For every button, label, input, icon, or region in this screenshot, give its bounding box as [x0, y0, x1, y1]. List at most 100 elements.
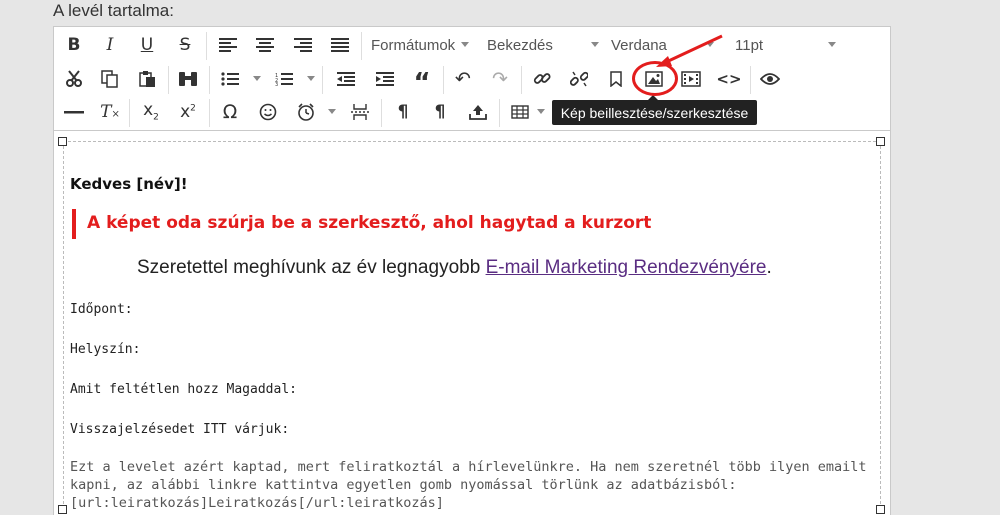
eye-icon [760, 73, 780, 85]
field-feedback: Visszajelzésedet ITT várjuk: [70, 422, 290, 437]
rich-text-editor: B I U S Formátumok Bekezdés Verdana 11pt… [53, 26, 891, 515]
align-left-button[interactable] [212, 29, 244, 61]
toolbar-separator [168, 66, 169, 94]
toolbar-separator [129, 99, 130, 127]
toolbar-separator [361, 32, 362, 60]
superscript-icon: x2 [180, 101, 196, 122]
show-blocks-button[interactable]: ¶ [387, 96, 419, 128]
chevron-down-icon[interactable] [307, 76, 315, 81]
outdent-button[interactable] [330, 63, 362, 95]
copy-icon [101, 70, 118, 88]
subscript-button[interactable]: x2 [135, 96, 167, 128]
resize-handle-top-right[interactable] [876, 137, 885, 146]
omega-icon: Ω [222, 100, 238, 123]
formats-dropdown[interactable]: Formátumok [371, 29, 479, 61]
insert-link-button[interactable] [526, 63, 558, 95]
anchor-button[interactable] [600, 63, 632, 95]
unsubscribe-footer: Ezt a levelet azért kaptad, mert felirat… [70, 459, 867, 511]
toolbar-separator [499, 99, 500, 127]
event-link[interactable]: E-mail Marketing Rendezvényére [486, 257, 767, 278]
align-center-button[interactable] [249, 29, 281, 61]
blockquote-button[interactable]: “ [406, 63, 438, 98]
toolbar-separator [381, 99, 382, 127]
show-invisibles-button[interactable]: ¶ [424, 96, 456, 128]
special-character-button[interactable]: Ω [214, 96, 246, 128]
chevron-down-icon[interactable] [253, 76, 261, 81]
redo-button[interactable]: ↷ [484, 63, 516, 95]
tooltip: Kép beillesztése/szerkesztése [552, 95, 757, 125]
chevron-down-icon[interactable] [537, 109, 545, 114]
italic-button[interactable]: I [94, 29, 126, 61]
undo-button[interactable]: ↶ [447, 63, 479, 95]
align-center-icon [256, 38, 274, 52]
unlink-icon [570, 71, 588, 87]
paste-icon [139, 71, 155, 87]
insert-template-button[interactable] [462, 96, 494, 128]
pilcrow-icon: ¶ [434, 101, 446, 122]
editor-content-area[interactable]: Kedves [név]! A képet oda szúrja be a sz… [54, 132, 890, 515]
bold-button[interactable]: B [58, 29, 90, 61]
font-size-dropdown[interactable]: 11pt [735, 29, 840, 61]
invitation-text: Szeretettel meghívunk az év legnagyobb E… [137, 257, 772, 279]
preview-button[interactable] [754, 63, 786, 95]
alarm-clock-icon [298, 103, 314, 121]
toolbar-separator [206, 32, 207, 60]
insert-table-button[interactable] [504, 96, 536, 128]
cut-button[interactable] [58, 63, 90, 95]
section-label: A levél tartalma: [53, 1, 174, 20]
strikethrough-button[interactable]: S [169, 29, 201, 61]
underline-button[interactable]: U [131, 29, 163, 61]
formats-dropdown-label: Formátumok [371, 36, 456, 54]
numbered-list-icon: 123 [275, 73, 293, 86]
invitation-text-start: Szeretettel meghívunk az év legnagyobb [137, 257, 486, 278]
toolbar-separator [443, 66, 444, 94]
resize-handle-bottom-left[interactable] [58, 505, 67, 514]
horizontal-line-button[interactable] [58, 96, 90, 128]
find-replace-button[interactable] [172, 63, 204, 95]
page-break-button[interactable] [344, 96, 376, 128]
note-accent-bar [72, 209, 76, 239]
copy-button[interactable] [94, 63, 126, 95]
paste-button[interactable] [131, 63, 163, 95]
chevron-down-icon [828, 42, 836, 47]
underline-icon: U [140, 34, 154, 55]
field-time: Időpont: [70, 302, 133, 317]
quote-icon: “ [413, 68, 431, 98]
resize-handle-top-left[interactable] [58, 137, 67, 146]
greeting-text: Kedves [név]! [70, 175, 188, 193]
svg-text:3: 3 [275, 82, 278, 86]
bullet-list-button[interactable] [214, 63, 246, 95]
scissors-icon [66, 70, 82, 87]
undo-icon: ↶ [455, 67, 471, 90]
indent-icon [376, 72, 394, 86]
numbered-list-button[interactable]: 123 [268, 63, 300, 95]
emoticons-button[interactable] [252, 96, 284, 128]
toolbar-separator [209, 66, 210, 94]
bold-icon: B [67, 34, 81, 55]
horizontal-rule-icon [64, 111, 84, 114]
film-icon [681, 71, 701, 87]
chevron-down-icon[interactable] [328, 109, 336, 114]
editor-toolbar: B I U S Formátumok Bekezdés Verdana 11pt… [54, 27, 890, 131]
indent-button[interactable] [369, 63, 401, 95]
toolbar-separator [322, 66, 323, 94]
table-icon [511, 105, 529, 119]
remove-link-button[interactable] [563, 63, 595, 95]
italic-icon: I [106, 34, 114, 55]
subscript-icon: x2 [143, 99, 159, 123]
superscript-button[interactable]: x2 [172, 96, 204, 128]
insert-datetime-button[interactable] [290, 96, 322, 128]
clear-format-icon: T× [100, 101, 120, 122]
align-justify-button[interactable] [324, 29, 356, 61]
align-right-button[interactable] [287, 29, 319, 61]
clear-formatting-button[interactable]: T× [94, 96, 126, 128]
resize-handle-bottom-right[interactable] [876, 505, 885, 514]
toolbar-separator [750, 66, 751, 94]
outdent-icon [337, 72, 355, 86]
align-justify-icon [331, 38, 349, 52]
block-format-dropdown[interactable]: Bekezdés [487, 29, 602, 61]
redo-icon: ↷ [492, 67, 508, 90]
field-bring: Amit feltétlen hozz Magaddal: [70, 382, 297, 397]
field-location: Helyszín: [70, 342, 141, 357]
annotation-arrow-icon [656, 34, 723, 67]
